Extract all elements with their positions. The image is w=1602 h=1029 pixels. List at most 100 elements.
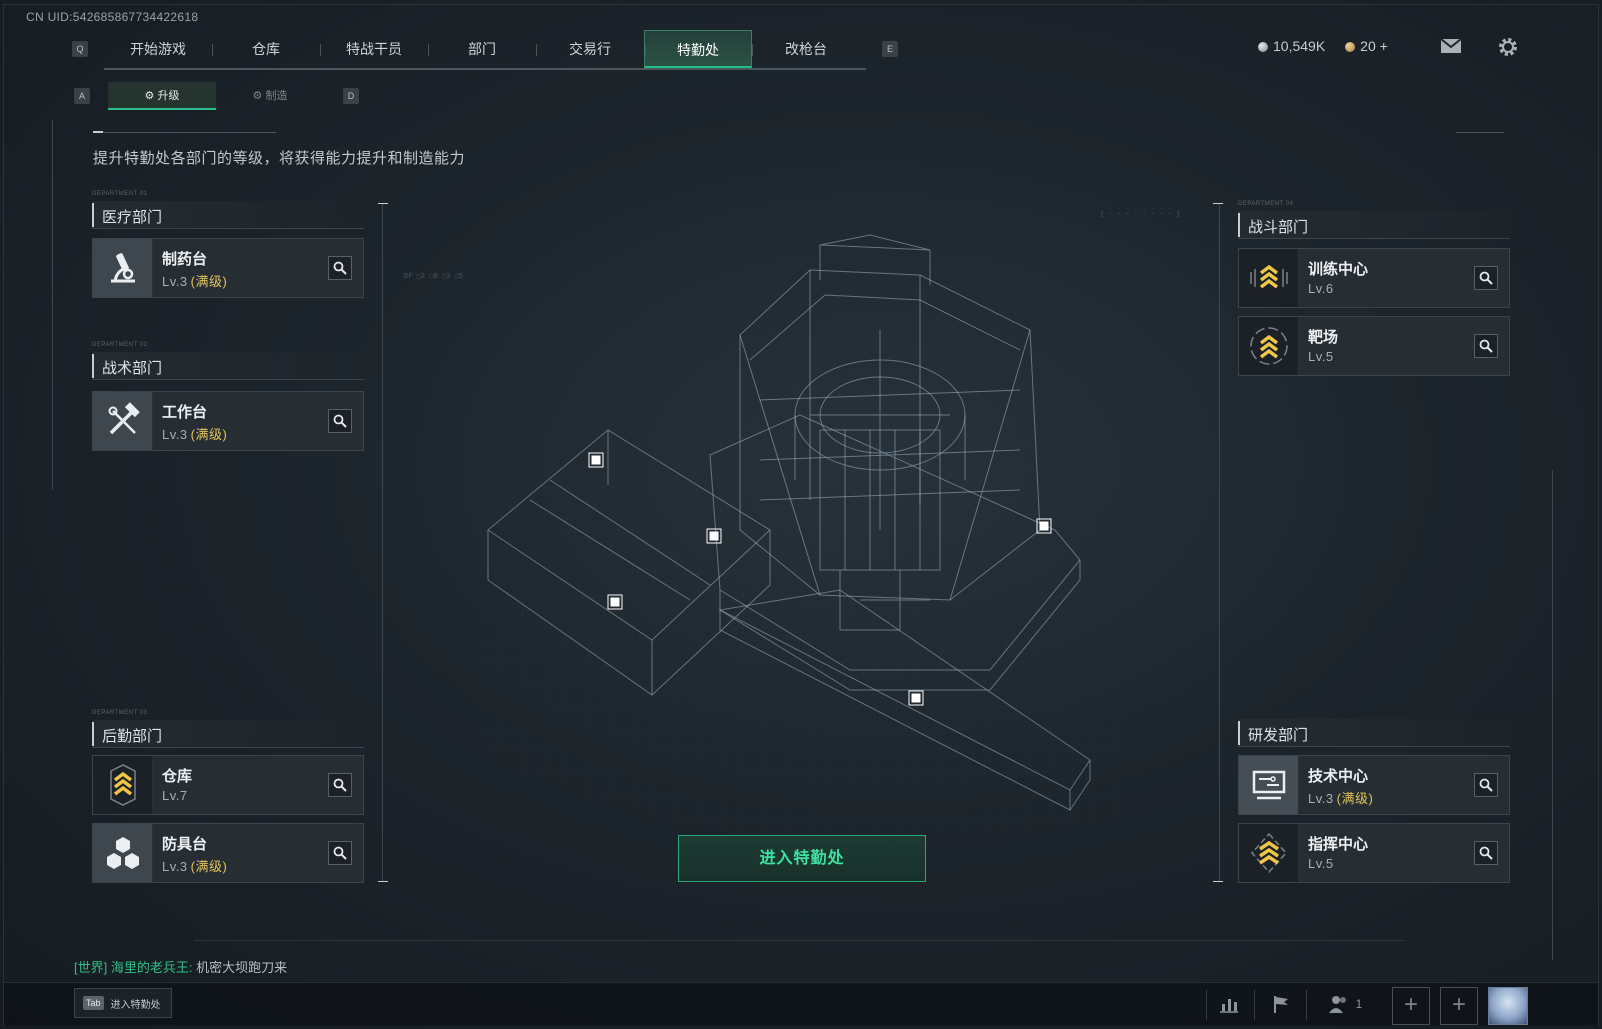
frame-tick bbox=[1213, 881, 1223, 882]
subtab-craft[interactable]: ⚙ 制造 bbox=[216, 82, 324, 110]
facility-level: Lv.3 (满级) bbox=[1308, 791, 1374, 806]
facility-level: Lv.5 bbox=[1308, 856, 1334, 871]
frame-line-right bbox=[1219, 203, 1220, 882]
gold-amount: 20 + bbox=[1360, 38, 1388, 54]
divider bbox=[1254, 990, 1255, 1020]
facility-card-storage[interactable]: 仓库 Lv.7 bbox=[92, 755, 364, 815]
gear-icon[interactable] bbox=[1497, 36, 1519, 63]
rank-chevron-icon bbox=[93, 756, 153, 814]
maxed-badge: (满级) bbox=[190, 427, 228, 442]
friends-button[interactable]: 1 bbox=[1322, 990, 1368, 1018]
search-icon bbox=[333, 261, 347, 275]
party-slot-2[interactable]: + bbox=[1440, 987, 1478, 1025]
flag-icon[interactable] bbox=[1266, 990, 1296, 1018]
search-icon bbox=[333, 414, 347, 428]
friends-icon bbox=[1328, 996, 1346, 1013]
facility-card-armor-bench[interactable]: 防具台 Lv.3 (满级) bbox=[92, 823, 364, 883]
inspect-button[interactable] bbox=[328, 841, 352, 865]
inspect-button[interactable] bbox=[1474, 266, 1498, 290]
dept-tag-logistics: DEPARTMENT 03 bbox=[92, 710, 148, 716]
tab-departments[interactable]: 部门 bbox=[428, 30, 536, 68]
facility-name: 防具台 bbox=[162, 836, 208, 853]
gold-coin-icon bbox=[1345, 42, 1356, 52]
facility-card-tech-center[interactable]: 技术中心 Lv.3 (满级) bbox=[1238, 755, 1510, 815]
facility-wireframe-model bbox=[480, 234, 1120, 830]
stats-icon[interactable] bbox=[1214, 990, 1244, 1018]
tab-start-game[interactable]: 开始游戏 bbox=[104, 30, 212, 68]
facility-name: 训练中心 bbox=[1308, 261, 1369, 278]
currency-display: 10,549K 20 + bbox=[1258, 38, 1388, 54]
frame-tick bbox=[378, 881, 388, 882]
tab-gunsmith[interactable]: 改枪台 bbox=[752, 30, 860, 68]
inspect-button[interactable] bbox=[328, 773, 352, 797]
player-avatar[interactable] bbox=[1488, 987, 1528, 1025]
facility-card-shooting-range[interactable]: 靶场 Lv.5 bbox=[1238, 316, 1510, 376]
silver-currency[interactable]: 10,549K bbox=[1258, 38, 1325, 54]
friends-count: 1 bbox=[1355, 997, 1363, 1011]
facility-level: Lv.3 (满级) bbox=[162, 427, 228, 442]
rank-chevron-icon bbox=[1239, 317, 1299, 375]
tab-shortcut-label: 进入特勤处 bbox=[110, 999, 161, 1011]
inspect-button[interactable] bbox=[328, 256, 352, 280]
rank-chevron-icon bbox=[1239, 824, 1299, 882]
monitor-icon bbox=[1239, 756, 1299, 814]
upgrade-icon: ⚙ bbox=[144, 90, 158, 102]
rank-chevron-icon bbox=[1239, 249, 1299, 307]
dept-logistics-header: 后勤部门 bbox=[92, 720, 364, 748]
subtab-upgrade[interactable]: ⚙ 升级 bbox=[108, 82, 216, 110]
dept-combat-title: 战斗部门 bbox=[1248, 219, 1309, 236]
key-hint-next-tab: E bbox=[882, 41, 898, 57]
frame-line-outer-right bbox=[1552, 470, 1553, 960]
tab-warehouse[interactable]: 仓库 bbox=[212, 30, 320, 68]
dept-medical-header: 医疗部门 bbox=[92, 201, 364, 229]
tab-special-ops[interactable]: 特勤处 bbox=[644, 30, 752, 68]
main-nav-tabs: 开始游戏 仓库 特战干员 部门 交易行 特勤处 改枪台 bbox=[104, 30, 866, 70]
player-uid: CN UID:542685867734422618 bbox=[26, 10, 199, 24]
search-icon bbox=[1479, 339, 1493, 353]
search-icon bbox=[333, 846, 347, 860]
deco-telemetry-right: [ · · · · · · · · ] bbox=[1100, 210, 1181, 218]
dept-tag-medical: DEPARTMENT 01 bbox=[92, 191, 148, 197]
sub-tabs: ⚙ 升级 ⚙ 制造 bbox=[108, 82, 324, 110]
dept-logistics-title: 后勤部门 bbox=[102, 728, 163, 745]
enter-special-ops-button[interactable]: 进入特勤处 bbox=[678, 835, 926, 882]
dept-research-header: 研发部门 bbox=[1238, 719, 1510, 747]
facility-level: Lv.3 (满级) bbox=[162, 859, 228, 874]
facility-card-workbench[interactable]: 工作台 Lv.3 (满级) bbox=[92, 391, 364, 451]
key-hint-prev-tab: Q bbox=[72, 41, 88, 57]
dept-tag-combat: DEPARTMENT 04 bbox=[1238, 201, 1294, 207]
search-icon bbox=[1479, 271, 1493, 285]
search-icon bbox=[1479, 778, 1493, 792]
divider-accent bbox=[93, 131, 103, 133]
chat-channel: [世界] bbox=[74, 960, 108, 975]
facility-card-command-center[interactable]: 指挥中心 Lv.5 bbox=[1238, 823, 1510, 883]
inspect-button[interactable] bbox=[1474, 841, 1498, 865]
tab-operators[interactable]: 特战干员 bbox=[320, 30, 428, 68]
mail-icon[interactable] bbox=[1440, 38, 1462, 59]
party-slot-1[interactable]: + bbox=[1392, 987, 1430, 1025]
frame-tick bbox=[1213, 203, 1223, 204]
tab-shortcut-hint[interactable]: Tab 进入特勤处 bbox=[74, 988, 172, 1018]
facility-card-pharmacy[interactable]: 制药台 Lv.3 (满级) bbox=[92, 238, 364, 298]
maxed-badge: (满级) bbox=[190, 859, 228, 874]
frame-line-outer-left bbox=[52, 120, 53, 490]
gold-currency[interactable]: 20 + bbox=[1345, 38, 1388, 54]
chat-line[interactable]: [世界] 海里的老兵王: 机密大坝跑刀来 bbox=[74, 957, 287, 976]
subtab-craft-label: 制造 bbox=[265, 90, 288, 102]
boxes-icon bbox=[93, 824, 153, 882]
page-subtitle: 提升特勤处各部门的等级，将获得能力提升和制造能力 bbox=[93, 150, 466, 167]
tab-trading[interactable]: 交易行 bbox=[536, 30, 644, 68]
inspect-button[interactable] bbox=[1474, 773, 1498, 797]
maxed-badge: (满级) bbox=[1336, 791, 1374, 806]
chat-message: 机密大坝跑刀来 bbox=[196, 960, 288, 975]
facility-card-training-center[interactable]: 训练中心 Lv.6 bbox=[1238, 248, 1510, 308]
facility-name: 指挥中心 bbox=[1308, 836, 1369, 853]
divider bbox=[1206, 990, 1207, 1020]
inspect-button[interactable] bbox=[328, 409, 352, 433]
facility-level: Lv.3 (满级) bbox=[162, 274, 228, 289]
facility-name: 仓库 bbox=[162, 768, 193, 785]
key-hint-prev-subtab: A bbox=[74, 88, 90, 104]
divider bbox=[93, 132, 276, 133]
silver-coin-icon bbox=[1258, 42, 1268, 52]
inspect-button[interactable] bbox=[1474, 334, 1498, 358]
